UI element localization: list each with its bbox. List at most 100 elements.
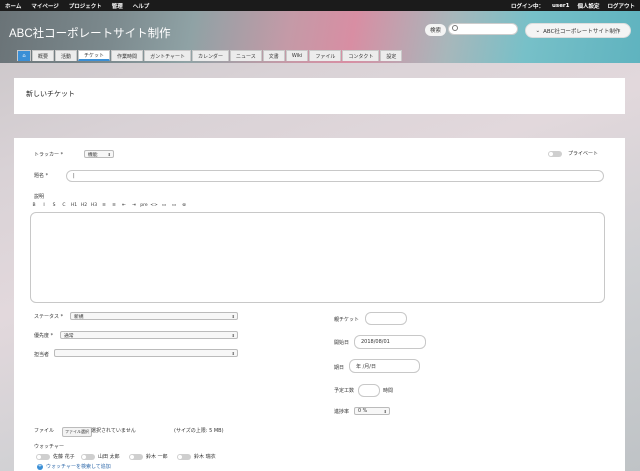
watcher-toggle[interactable] xyxy=(81,453,95,460)
top-menu-item[interactable]: ホーム xyxy=(5,2,21,10)
watcher-name: 山田 太郎 xyxy=(98,454,120,460)
logout-link[interactable]: ログアウト xyxy=(607,2,635,10)
status-select[interactable]: 新規 ⬍ xyxy=(70,312,238,320)
due-date-input[interactable]: 年 /月/日 xyxy=(349,359,420,373)
estimated-hours-input[interactable] xyxy=(358,384,380,397)
toolbar-button[interactable]: H1 xyxy=(70,202,78,209)
progress-select[interactable]: 0 % ⬍ xyxy=(354,407,390,415)
toolbar-button[interactable]: ≡ xyxy=(110,202,118,209)
assignee-label: 担当者 xyxy=(34,352,50,358)
home-icon: ⌂ xyxy=(22,53,26,59)
tab-item[interactable]: チケット xyxy=(78,50,111,61)
start-date-input[interactable]: 2018/08/01 xyxy=(354,335,426,349)
select-arrow-icon: ⬍ xyxy=(231,313,235,319)
page-title-panel: 新しいチケット xyxy=(14,78,625,114)
tab-item[interactable]: ファイル xyxy=(309,50,342,61)
logged-in-label: ログイン中： xyxy=(510,3,544,10)
tab-item[interactable]: Wiki xyxy=(285,50,309,61)
tab-item[interactable]: 作業時間 xyxy=(111,50,144,61)
toolbar-button[interactable]: pre xyxy=(140,202,148,209)
estimated-hours-label: 予定工数 xyxy=(334,388,355,394)
watcher-name: 鈴木 瑞衣 xyxy=(194,454,216,460)
top-menu-item[interactable]: マイページ xyxy=(31,2,58,10)
file-select-button[interactable]: ファイル選択 xyxy=(62,427,92,437)
personal-settings-link[interactable]: 個人設定 xyxy=(577,2,599,10)
watcher-toggle[interactable] xyxy=(177,453,191,460)
toolbar-button[interactable]: ▭ xyxy=(170,202,178,209)
description-textarea[interactable] xyxy=(30,212,605,303)
toolbar-button[interactable]: H2 xyxy=(80,202,88,209)
watcher-item[interactable]: 山田 太郎 xyxy=(81,453,120,460)
add-watcher-link[interactable]: + ウォッチャーを検索して追加 xyxy=(37,463,111,470)
watchers-label: ウォッチャー xyxy=(34,444,64,450)
priority-select[interactable]: 通常 ⬍ xyxy=(60,331,238,339)
private-label: プライベート xyxy=(568,151,599,157)
priority-label: 優先度 * xyxy=(34,333,54,339)
start-date-label: 開始日 xyxy=(334,340,350,346)
toolbar-button[interactable]: B xyxy=(30,202,38,209)
toolbar-button[interactable]: C xyxy=(60,202,68,209)
main-menu-tabs: ⌂ 概要 活動 チケット 作業時間 ガントチャート カレンダー ニュース 文書 Wiki ファイル… xyxy=(17,50,403,61)
top-menu-item[interactable]: ヘルプ xyxy=(133,2,150,10)
toolbar-button[interactable]: <> xyxy=(150,202,158,209)
status-value: 新規 xyxy=(74,314,84,320)
progress-label: 進捗率 xyxy=(334,409,350,415)
assignee-select[interactable]: ⬍ xyxy=(54,349,238,357)
subject-input[interactable]: | xyxy=(66,170,604,182)
chevron-down-icon: ⌄ xyxy=(535,27,541,34)
progress-value: 0 % xyxy=(358,408,368,414)
search-label[interactable]: 検索 xyxy=(425,24,447,36)
toolbar-button[interactable]: ⇤ xyxy=(120,202,128,209)
watcher-item[interactable]: 鈴木 一郎 xyxy=(129,453,168,460)
tab-item[interactable]: 概要 xyxy=(32,50,55,61)
top-menu-item[interactable]: プロジェクト xyxy=(69,2,102,10)
toolbar-button[interactable]: S xyxy=(50,202,58,209)
estimated-hours-unit: 時間 xyxy=(383,388,394,394)
tab-item[interactable]: コンタクト xyxy=(342,50,380,61)
toolbar-button[interactable]: ≡ xyxy=(100,202,108,209)
watcher-item[interactable]: 佐藤 花子 xyxy=(36,453,75,460)
parent-issue-label: 親チケット xyxy=(334,317,360,323)
page-title: 新しいチケット xyxy=(26,90,75,98)
tracker-select[interactable]: 機能 ⬍ xyxy=(84,150,114,158)
top-menu-left: ホーム マイページ プロジェクト 管理 ヘルプ xyxy=(5,2,149,10)
top-menu-item[interactable]: 管理 xyxy=(112,2,123,10)
toolbar-button[interactable]: H3 xyxy=(90,202,98,209)
top-menu-right: ログイン中： user1 個人設定 ログアウト xyxy=(511,2,635,10)
watcher-item[interactable]: 鈴木 瑞衣 xyxy=(177,453,216,460)
select-arrow-icon: ⬍ xyxy=(107,151,111,157)
select-arrow-icon: ⬍ xyxy=(231,350,235,356)
select-arrow-icon: ⬍ xyxy=(383,408,387,414)
plus-icon: + xyxy=(37,463,43,470)
project-jump-select[interactable]: ⌄ ABC社コーポレートサイト制作 xyxy=(525,23,631,38)
status-label: ステータス * xyxy=(34,314,64,320)
toolbar-button[interactable]: I xyxy=(40,202,48,209)
select-arrow-icon: ⬍ xyxy=(231,332,235,338)
tab-item[interactable]: 活動 xyxy=(55,50,78,61)
search-input[interactable] xyxy=(448,23,518,35)
project-title: ABC社コーポレートサイト制作 xyxy=(9,28,171,40)
watcher-toggle[interactable] xyxy=(129,453,143,460)
file-label: ファイル xyxy=(34,428,55,434)
due-date-label: 期日 xyxy=(334,365,345,371)
current-user-link[interactable]: user1 xyxy=(552,3,569,9)
toolbar-button[interactable]: ▭ xyxy=(160,202,168,209)
tab-item[interactable]: ニュース xyxy=(230,50,262,61)
tab-item[interactable]: 文書 xyxy=(262,50,285,61)
home-tab[interactable]: ⌂ xyxy=(17,50,31,61)
watcher-name: 鈴木 一郎 xyxy=(146,454,168,460)
tab-item[interactable]: ガントチャート xyxy=(144,50,192,61)
description-label: 説明 xyxy=(34,194,45,200)
add-watcher-label: ウォッチャーを検索して追加 xyxy=(46,464,111,470)
watcher-toggle[interactable] xyxy=(36,453,50,460)
private-toggle[interactable] xyxy=(548,151,562,157)
tab-item[interactable]: 設定 xyxy=(380,50,403,61)
wiki-toolbar: B I S C H1 H2 H3 ≡ ≡ ⇤ ⇥ pre <> ▭ ▭ ⊚ xyxy=(30,202,188,209)
priority-value: 通常 xyxy=(64,333,74,339)
search-icon xyxy=(452,25,458,31)
toolbar-button[interactable]: ⊚ xyxy=(180,202,188,209)
tab-item[interactable]: カレンダー xyxy=(192,50,230,61)
file-size-limit: (サイズの上限: 5 MB) xyxy=(174,428,224,434)
toolbar-button[interactable]: ⇥ xyxy=(130,202,138,209)
parent-issue-input[interactable] xyxy=(365,312,407,325)
